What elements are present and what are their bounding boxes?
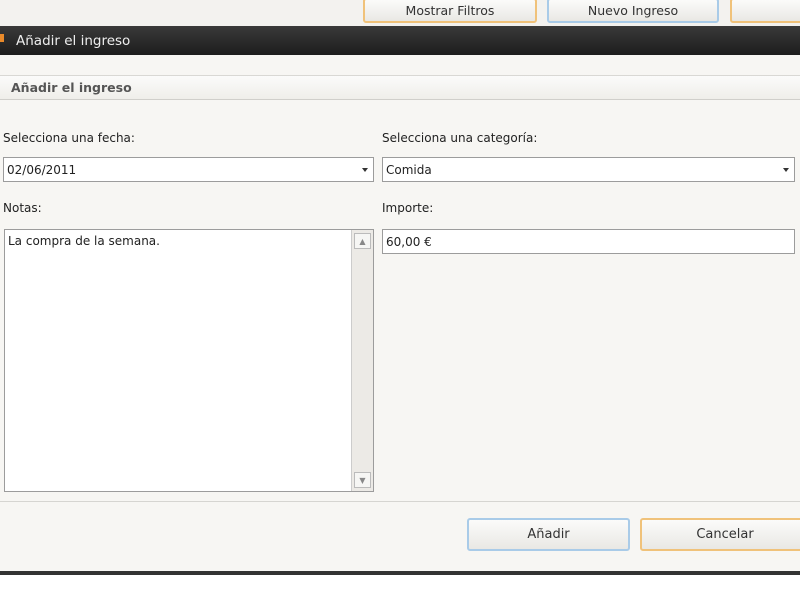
scroll-up-icon[interactable]: ▲: [354, 233, 371, 249]
amount-label: Importe:: [382, 201, 434, 215]
chevron-down-icon[interactable]: [783, 168, 789, 172]
window-title: Añadir el ingreso: [16, 32, 131, 49]
notes-textarea[interactable]: La compra de la semana. ▲ ▼: [4, 229, 374, 492]
add-button[interactable]: Añadir: [467, 518, 630, 551]
toolbar-button-cut-off[interactable]: [730, 0, 800, 23]
window-title-bar: Añadir el ingreso: [0, 26, 800, 55]
category-label: Selecciona una categoría:: [382, 131, 538, 145]
date-combobox[interactable]: 02/06/2011: [3, 157, 374, 182]
amount-input[interactable]: 60,00 €: [382, 229, 795, 254]
window-icon: [0, 34, 4, 42]
divider: [0, 501, 800, 502]
date-value: 02/06/2011: [7, 162, 77, 177]
section-header: Añadir el ingreso: [0, 75, 800, 100]
show-filters-button[interactable]: Mostrar Filtros: [363, 0, 537, 23]
scroll-down-icon[interactable]: ▼: [354, 472, 371, 488]
notes-scrollbar[interactable]: ▲ ▼: [351, 230, 373, 491]
chevron-down-icon[interactable]: [362, 168, 368, 172]
new-income-button[interactable]: Nuevo Ingreso: [547, 0, 719, 23]
amount-value: 60,00 €: [386, 234, 432, 249]
notes-value: La compra de la semana.: [8, 234, 160, 248]
notes-label: Notas:: [3, 201, 42, 215]
cancel-button[interactable]: Cancelar: [640, 518, 800, 551]
category-combobox[interactable]: Comida: [382, 157, 795, 182]
category-value: Comida: [386, 162, 432, 177]
window-bottom-border: [0, 571, 800, 575]
date-label: Selecciona una fecha:: [3, 131, 135, 145]
section-title: Añadir el ingreso: [11, 80, 132, 95]
